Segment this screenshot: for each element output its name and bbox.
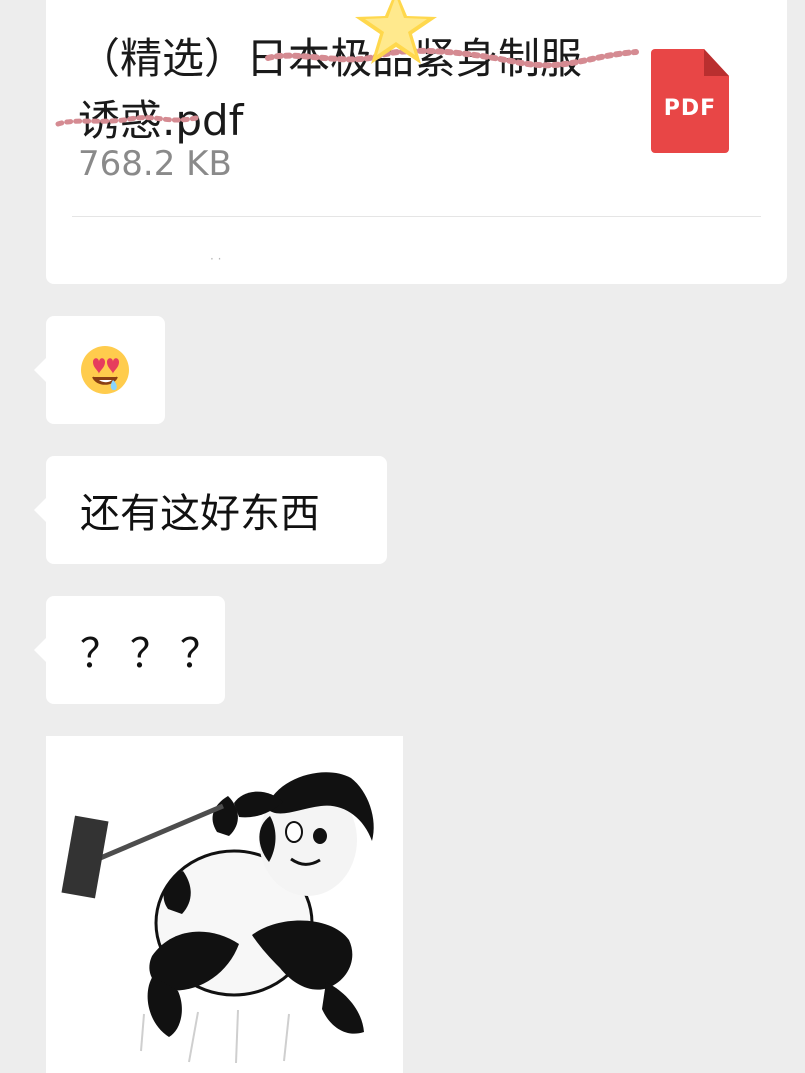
text-message-bubble[interactable]: 还有这好东西: [46, 456, 387, 564]
message-text: 还有这好东西: [80, 491, 320, 537]
file-name: （精选）日本极品紧身制服诱惑.pdf: [78, 34, 583, 145]
sticker-message-image[interactable]: [46, 736, 403, 1073]
message-text: ？？？: [80, 631, 230, 677]
pdf-file-label: PDF: [663, 96, 717, 121]
panda-meme-sticker: [46, 736, 403, 1073]
heart-eyes-drool-emoji-icon: [81, 346, 129, 394]
card-divider: [72, 216, 761, 217]
card-app-label: · ·: [210, 252, 222, 266]
file-size: 768.2 KB: [78, 144, 232, 184]
emoji-message-bubble[interactable]: [46, 316, 165, 424]
text-message-bubble[interactable]: ？？？: [46, 596, 225, 704]
file-message-card[interactable]: （精选）日本极品紧身制服诱惑.pdf 768.2 KB PDF · ·: [46, 0, 787, 284]
star-sticker-icon: [355, 0, 437, 64]
